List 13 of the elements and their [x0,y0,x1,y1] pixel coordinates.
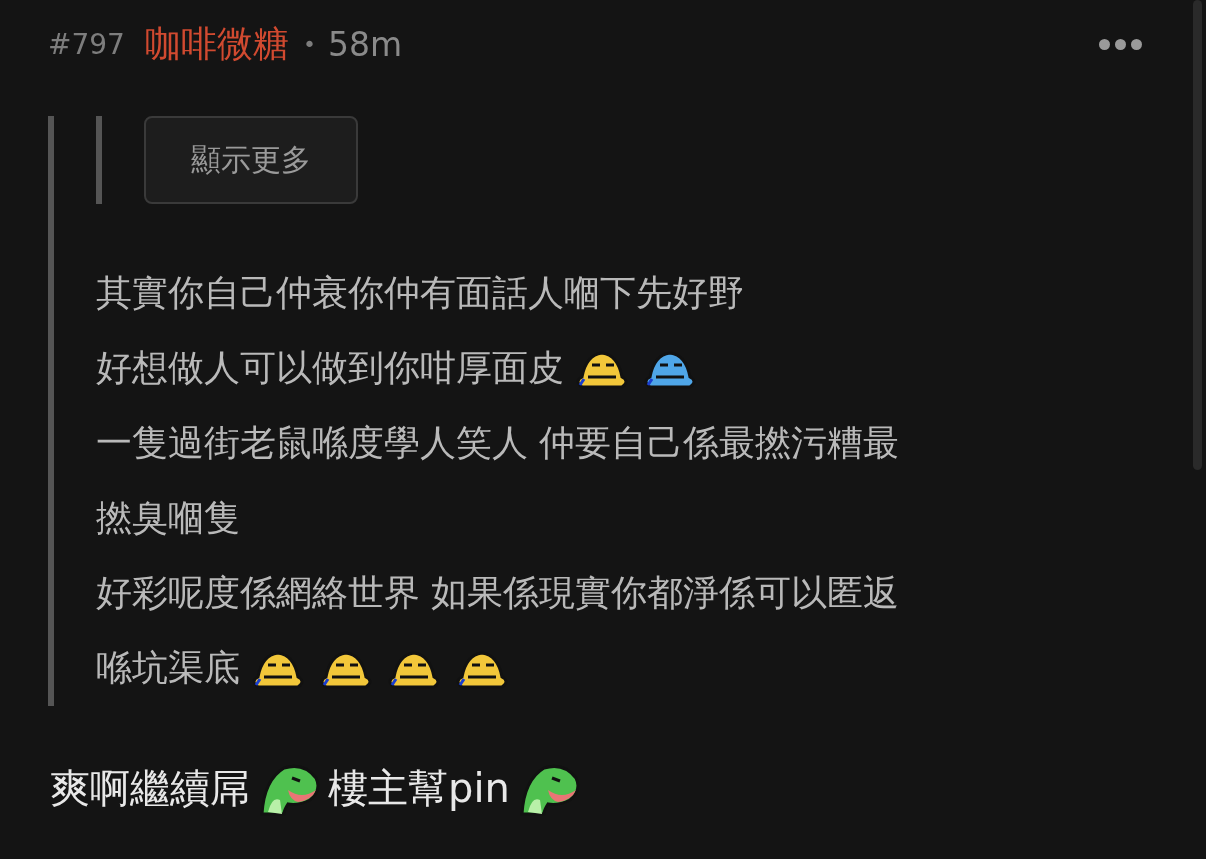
comment-text: 樓主幫pin [328,763,510,813]
comment-text: 撚臭嗰隻 [96,496,240,540]
comment-text: 好想做人可以做到你咁厚面皮 [96,346,564,390]
post-number: #797 [48,27,125,61]
comment-text: 爽啊繼續屌 [50,763,250,813]
comment-text: 好彩呢度係網絡世界 如果係現實你都淨係可以匿返 [96,571,900,615]
comment-text: 一隻過街老鼠喺度學人笑人 仲要自己係最撚污糟最 [96,421,900,465]
show-more-button[interactable]: 顯示更多 [144,116,358,204]
comment-text: 其實你自己仲衰你仲有面話人嗰下先好野 [96,271,744,315]
separator-dot: • [302,31,316,57]
author-name[interactable]: 咖啡微糖 [144,19,289,69]
post-time: 58m [327,24,403,64]
comment-text: 喺坑渠底 [96,646,240,690]
